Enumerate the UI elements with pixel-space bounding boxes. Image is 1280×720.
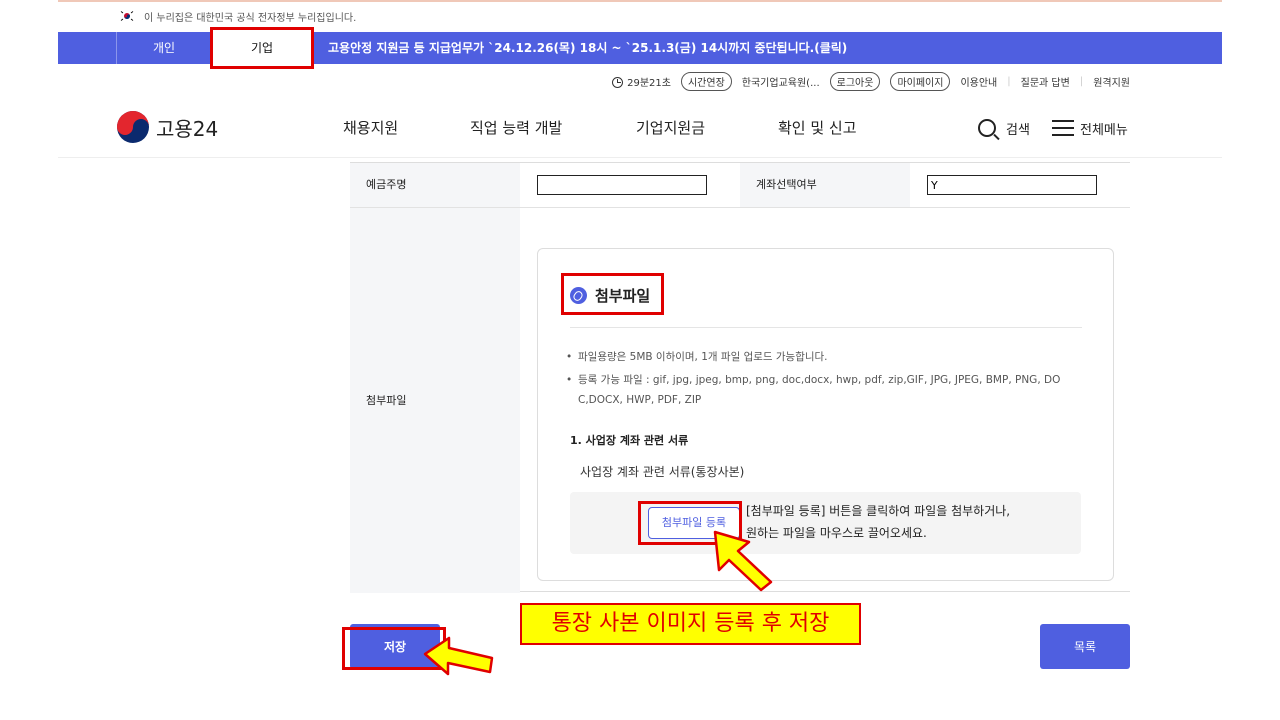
paperclip-icon [570, 287, 587, 304]
list-button[interactable]: 목록 [1040, 624, 1130, 669]
site-header: 고용24 채용지원 직업 능력 개발 기업지원금 확인 및 신고 검색 전체메뉴 [58, 98, 1222, 158]
utility-bar: 29분21초 시간연장 한국기업교육원(... 로그아웃 마이페이지 이용안내 … [612, 70, 1130, 92]
guide-types-text: 등록 가능 파일 : gif, jpg, jpeg, bmp, png, doc… [578, 374, 1061, 386]
depositor-input[interactable] [537, 175, 707, 195]
document-section-subtitle: 사업장 계좌 관련 서류(통장사본) [580, 465, 745, 479]
account-select-input[interactable] [927, 175, 1097, 195]
file-drop-zone[interactable]: 첨부파일 등록 [첨부파일 등록] 버튼을 클릭하여 파일을 첨부하거나, 원하… [570, 492, 1081, 554]
nav-business-subsidy[interactable]: 기업지원금 [636, 98, 705, 158]
all-menu-button[interactable]: 전체메뉴 [1052, 98, 1128, 158]
guide-size: • 파일용량은 5MB 이하이며, 1개 파일 업로드 가능합니다. [566, 347, 828, 367]
save-button[interactable]: 저장 [350, 624, 440, 669]
taeguk-logo-icon [117, 111, 149, 143]
logout-button[interactable]: 로그아웃 [829, 71, 881, 91]
gov-banner-text: 이 누리집은 대한민국 공식 전자정부 누리집입니다. [144, 13, 357, 24]
drop-text-line-2: 원하는 파일을 마우스로 끌어오세요. [746, 526, 927, 540]
search-button[interactable]: 검색 [978, 98, 1030, 158]
timer-text: 29분21초 [627, 77, 671, 89]
document-section-title: 1. 사업장 계좌 관련 서류 [570, 434, 689, 447]
guide-types: • 등록 가능 파일 : gif, jpg, jpeg, bmp, png, do… [566, 370, 1061, 390]
drop-instructions: [첨부파일 등록] 버튼을 클릭하여 파일을 첨부하거나, 원하는 파일을 마우… [746, 500, 1010, 544]
divider: | [1007, 75, 1011, 87]
logo[interactable]: 고용24 [116, 110, 226, 144]
all-menu-label: 전체메뉴 [1080, 122, 1128, 138]
guide-types-cont: C,DOCX, HWP, PDF, ZIP [578, 394, 702, 406]
notice-bar: 개인 기업 고용안정 지원금 등 지급업무가 `24.12.26(목) 18시 … [58, 32, 1222, 64]
extend-session-button[interactable]: 시간연장 [680, 71, 732, 91]
organization-name: 한국기업교육원(... [741, 77, 820, 89]
mypage-button[interactable]: 마이페이지 [890, 71, 951, 91]
divider [570, 327, 1082, 328]
search-icon [978, 119, 996, 137]
drop-text-line-1: [첨부파일 등록] 버튼을 클릭하여 파일을 첨부하거나, [746, 504, 1011, 518]
account-select-label: 계좌선택여부 [740, 163, 910, 207]
tab-personal[interactable]: 개인 [116, 32, 212, 64]
nav-confirm-report[interactable]: 확인 및 신고 [778, 98, 857, 158]
depositor-label: 예금주명 [350, 163, 520, 207]
hamburger-menu-icon [1052, 120, 1074, 136]
qna-link[interactable]: 질문과 답변 [1021, 74, 1070, 89]
page: 이 누리집은 대한민국 공식 전자정부 누리집입니다. 개인 기업 고용안정 지… [0, 0, 1280, 720]
guide-size-text: 파일용량은 5MB 이하이며, 1개 파일 업로드 가능합니다. [578, 351, 828, 363]
attach-file-button[interactable]: 첨부파일 등록 [648, 507, 740, 539]
korea-flag-icon [120, 10, 134, 22]
annotation-callout: 통장 사본 이미지 등록 후 저장 [520, 603, 861, 645]
attachment-row-label: 첨부파일 [350, 208, 520, 593]
attachment-title-text: 첨부파일 [595, 287, 651, 305]
clock-icon [612, 77, 624, 88]
attachment-card: 첨부파일 • 파일용량은 5MB 이하이며, 1개 파일 업로드 가능합니다. •… [537, 248, 1114, 581]
tab-business[interactable]: 기업 [212, 32, 312, 64]
bullet: • [566, 374, 573, 386]
bullet: • [566, 351, 573, 363]
remote-support-link[interactable]: 원격지원 [1093, 74, 1130, 89]
attachment-title: 첨부파일 [570, 285, 650, 306]
logo-text: 고용24 [156, 116, 219, 141]
notice-link[interactable]: 고용안정 지원금 등 지급업무가 `24.12.26(목) 18시 ~ `25.… [328, 32, 847, 64]
search-label: 검색 [1006, 122, 1030, 138]
nav-recruit[interactable]: 채용지원 [343, 98, 398, 158]
divider: | [1079, 75, 1084, 87]
guide-link[interactable]: 이용안내 [960, 74, 997, 89]
nav-job-training[interactable]: 직업 능력 개발 [470, 98, 562, 158]
session-timer: 29분21초 [612, 74, 671, 89]
